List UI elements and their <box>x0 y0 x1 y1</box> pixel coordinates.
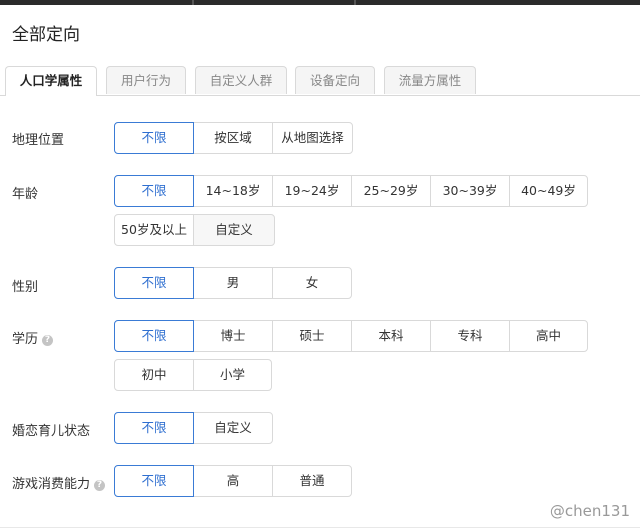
marital-option-custom[interactable]: 自定义 <box>193 412 273 444</box>
tab-demographics[interactable]: 人口学属性 <box>5 66 97 96</box>
marital-option-any[interactable]: 不限 <box>114 412 194 444</box>
page-title: 全部定向 <box>12 25 80 45</box>
education-option-bachelor[interactable]: 本科 <box>351 320 431 352</box>
age-option-custom[interactable]: 自定义 <box>193 214 275 246</box>
education-option-master[interactable]: 硕士 <box>272 320 352 352</box>
education-option-middle-school[interactable]: 初中 <box>114 359 194 391</box>
education-option-college[interactable]: 专科 <box>430 320 510 352</box>
row-label-marital-status: 婚恋育儿状态 <box>12 424 91 439</box>
tab-bar: 人口学属性 用户行为 自定义人群 设备定向 流量方属性 <box>0 66 640 96</box>
gender-option-male[interactable]: 男 <box>193 267 273 299</box>
gender-option-any[interactable]: 不限 <box>114 267 194 299</box>
help-icon[interactable]: ? <box>94 480 106 491</box>
game-spending-option-high[interactable]: 高 <box>193 465 273 497</box>
age-option-14-18[interactable]: 14~18岁 <box>193 175 273 207</box>
help-icon[interactable]: ? <box>42 335 54 346</box>
age-option-any[interactable]: 不限 <box>114 175 194 207</box>
tab-custom-audience[interactable]: 自定义人群 <box>195 66 287 94</box>
tab-user-behavior[interactable]: 用户行为 <box>106 66 186 94</box>
row-label-game-spending: 游戏消费能力? <box>12 473 106 492</box>
education-option-any[interactable]: 不限 <box>114 320 194 352</box>
education-label-text: 学历 <box>12 332 39 347</box>
row-label-gender: 性别 <box>12 280 39 295</box>
game-spending-option-normal[interactable]: 普通 <box>272 465 352 497</box>
education-option-primary-school[interactable]: 小学 <box>193 359 272 391</box>
age-option-19-24[interactable]: 19~24岁 <box>272 175 352 207</box>
location-option-map[interactable]: 从地图选择 <box>272 122 353 154</box>
top-bar-divider <box>192 0 194 5</box>
gender-option-female[interactable]: 女 <box>272 267 352 299</box>
age-option-25-29[interactable]: 25~29岁 <box>351 175 431 207</box>
education-option-doctorate[interactable]: 博士 <box>193 320 273 352</box>
game-spending-label-text: 游戏消费能力 <box>12 477 91 492</box>
age-option-50-plus[interactable]: 50岁及以上 <box>114 214 194 246</box>
top-bar-divider <box>354 0 356 5</box>
watermark: @chen131 <box>549 502 630 520</box>
education-option-high-school[interactable]: 高中 <box>509 320 588 352</box>
row-label-education: 学历? <box>12 328 54 347</box>
tab-device-targeting[interactable]: 设备定向 <box>295 66 375 94</box>
tab-traffic-attributes[interactable]: 流量方属性 <box>384 66 476 94</box>
age-option-40-49[interactable]: 40~49岁 <box>509 175 588 207</box>
row-label-age: 年龄 <box>12 187 39 202</box>
location-option-by-region[interactable]: 按区域 <box>193 122 273 154</box>
game-spending-option-any[interactable]: 不限 <box>114 465 194 497</box>
window-top-bar <box>0 0 640 5</box>
location-option-any[interactable]: 不限 <box>114 122 194 154</box>
age-option-30-39[interactable]: 30~39岁 <box>430 175 510 207</box>
row-label-location: 地理位置 <box>12 133 65 148</box>
